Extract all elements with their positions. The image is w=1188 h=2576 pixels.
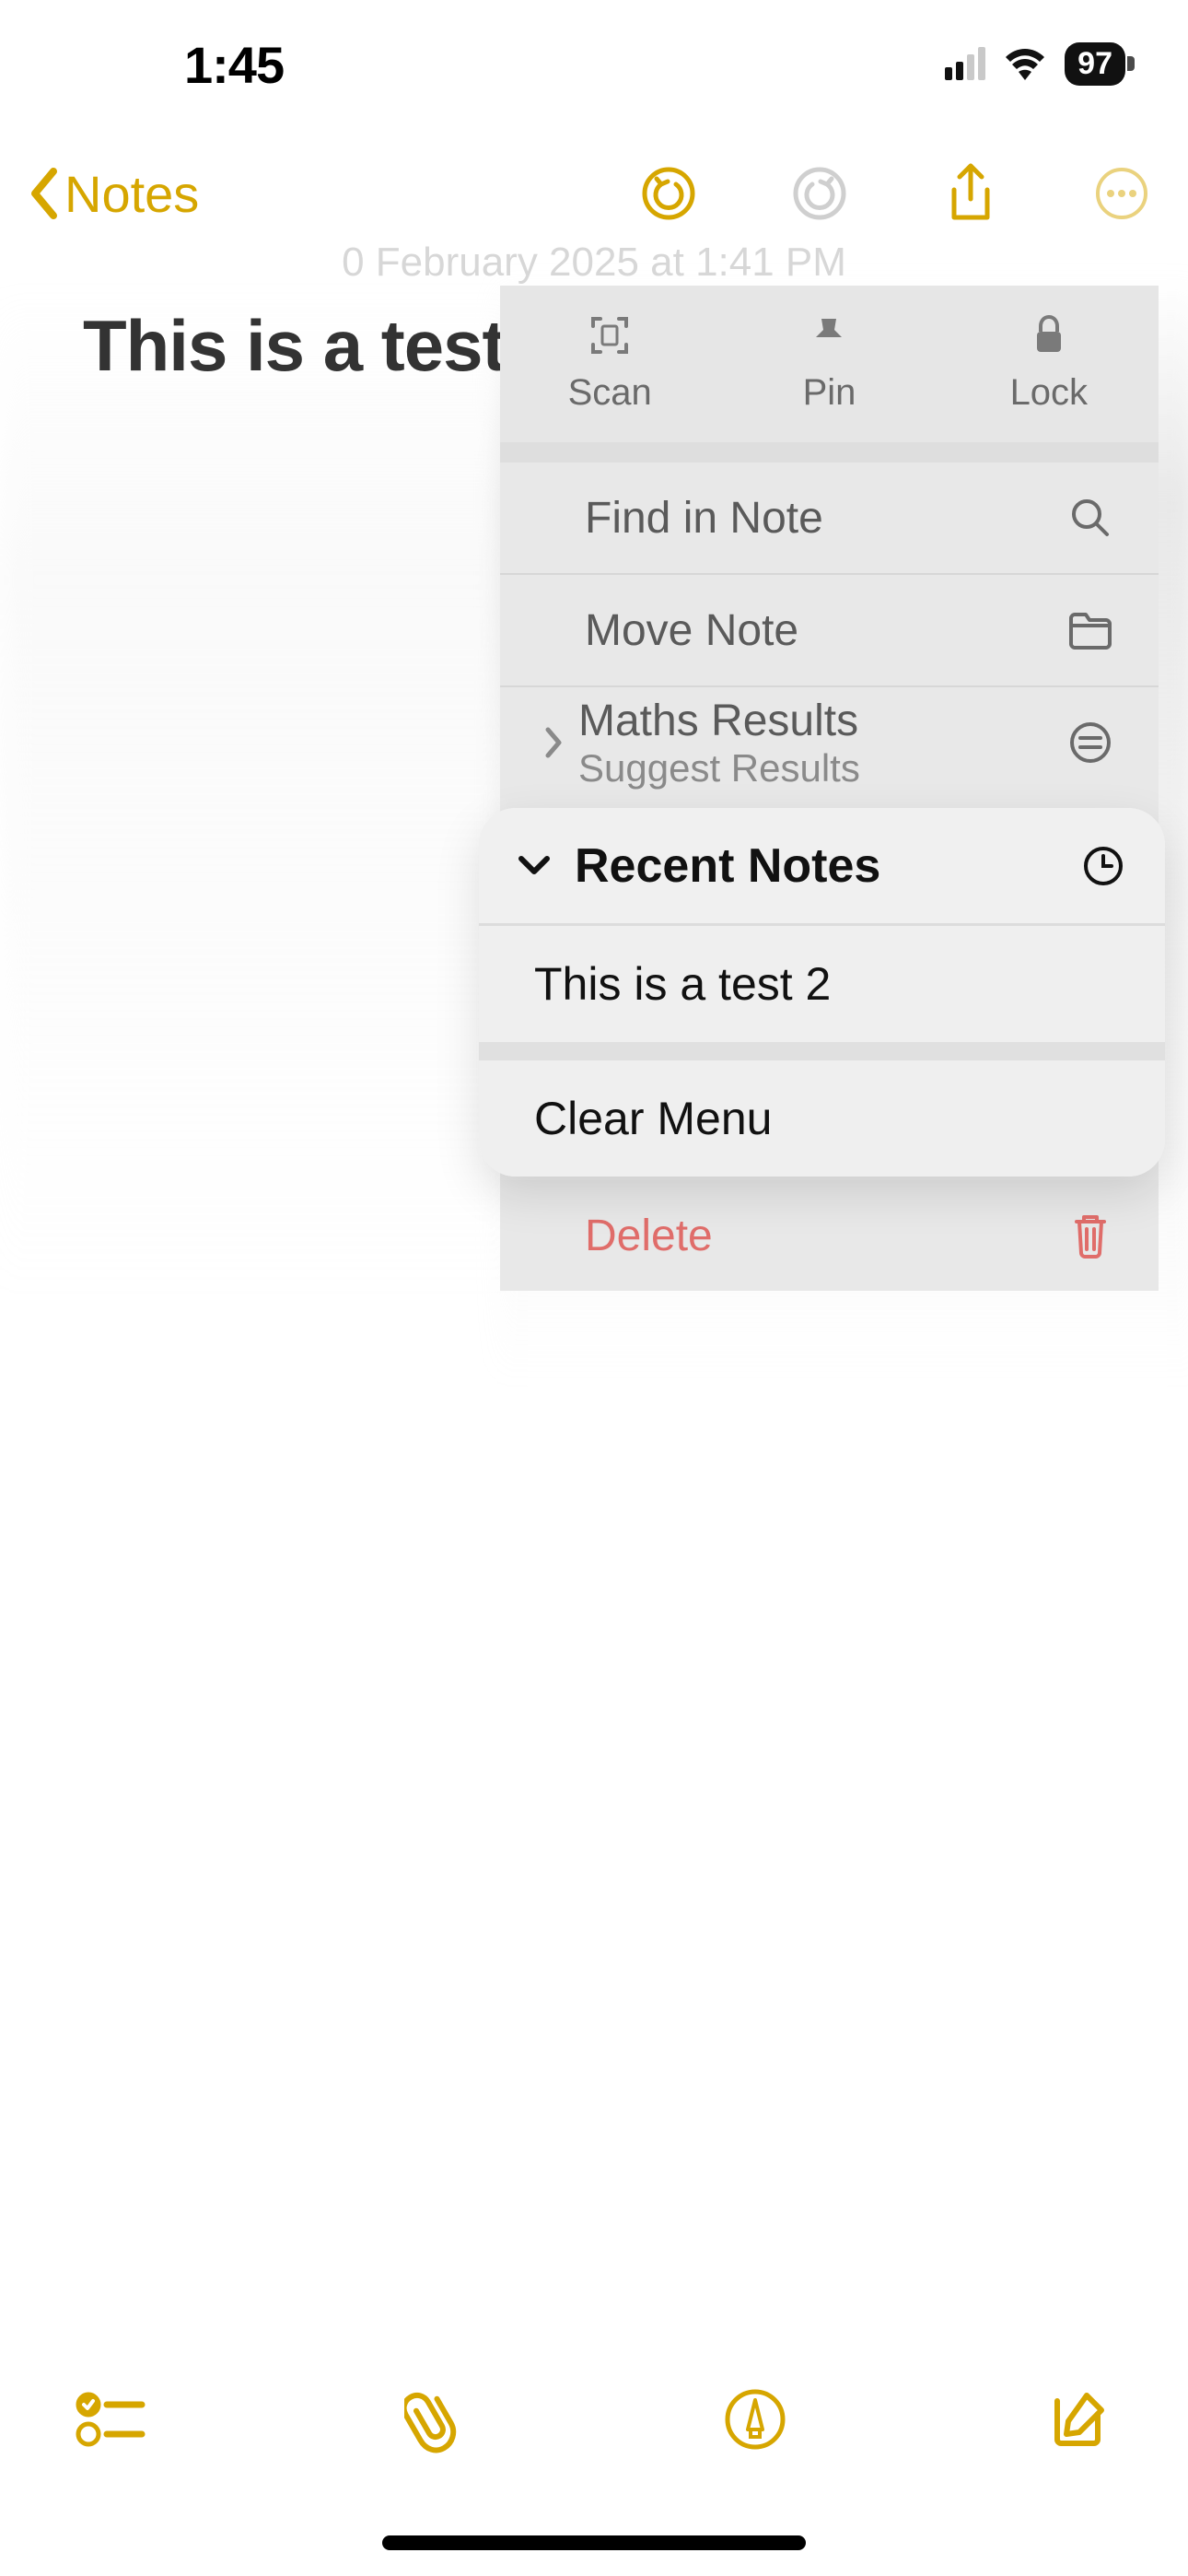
- ellipsis-icon: [1094, 166, 1149, 221]
- clock-icon: [1082, 845, 1124, 887]
- redo-icon: [792, 166, 847, 221]
- clear-menu-label: Clear Menu: [534, 1092, 772, 1145]
- scan-icon: [589, 315, 630, 356]
- scan-label: Scan: [568, 372, 652, 414]
- share-button[interactable]: [941, 164, 1000, 223]
- note-title: This is a test: [83, 304, 506, 388]
- checklist-icon: [76, 2388, 146, 2451]
- attachment-button[interactable]: [396, 2383, 470, 2456]
- suggest-icon: [1065, 721, 1116, 764]
- move-note[interactable]: Move Note: [500, 575, 1159, 685]
- wifi-icon: [1002, 46, 1048, 81]
- nav-bar: Notes: [0, 152, 1188, 235]
- note-date: 0 February 2025 at 1:41 PM: [0, 240, 1188, 286]
- suggest-title: Maths Results: [578, 696, 1065, 746]
- compose-button[interactable]: [1041, 2383, 1114, 2456]
- chevron-left-icon: [28, 168, 59, 219]
- move-label: Move Note: [585, 605, 1065, 656]
- search-icon: [1065, 496, 1116, 540]
- suggest-sub: Suggest Results: [578, 746, 1065, 790]
- cellular-signal-icon: [945, 47, 985, 80]
- lock-action[interactable]: Lock: [939, 286, 1159, 442]
- chevron-down-icon: [516, 853, 553, 879]
- undo-icon: [641, 166, 696, 221]
- recent-notes-header[interactable]: Recent Notes: [479, 808, 1165, 923]
- bottom-toolbar: [0, 2355, 1188, 2484]
- trash-icon: [1065, 1212, 1116, 1259]
- find-label: Find in Note: [585, 493, 1065, 544]
- home-indicator: [382, 2535, 806, 2550]
- action-row: Scan Pin Lock: [500, 286, 1159, 442]
- markup-button[interactable]: [718, 2383, 792, 2456]
- pin-icon: [810, 315, 847, 356]
- dim-overlay: [0, 295, 516, 1400]
- undo-button[interactable]: [639, 164, 698, 223]
- checklist-button[interactable]: [74, 2383, 147, 2456]
- status-time: 1:45: [184, 35, 284, 95]
- more-button[interactable]: [1092, 164, 1151, 223]
- recent-notes-title: Recent Notes: [575, 838, 1060, 894]
- lock-icon: [1031, 315, 1066, 356]
- pin-label: Pin: [803, 372, 856, 414]
- markup-icon: [723, 2387, 787, 2452]
- delete-note[interactable]: Delete: [500, 1180, 1159, 1291]
- status-bar: 1:45 97: [0, 0, 1188, 111]
- pin-action[interactable]: Pin: [719, 286, 938, 442]
- scan-action[interactable]: Scan: [500, 286, 719, 442]
- back-button[interactable]: Notes: [28, 164, 199, 224]
- back-label: Notes: [64, 164, 199, 224]
- recent-note-label: This is a test 2: [534, 957, 831, 1011]
- clear-menu[interactable]: Clear Menu: [479, 1060, 1165, 1177]
- lock-label: Lock: [1010, 372, 1089, 414]
- share-icon: [945, 162, 996, 225]
- find-in-note[interactable]: Find in Note: [500, 463, 1159, 573]
- recent-note-item[interactable]: This is a test 2: [479, 926, 1165, 1042]
- battery-indicator: 97: [1065, 42, 1125, 86]
- redo-button[interactable]: [790, 164, 849, 223]
- status-indicators: 97: [945, 42, 1125, 86]
- folder-icon: [1065, 611, 1116, 650]
- recent-notes-card: Recent Notes This is a test 2 Clear Menu: [479, 808, 1165, 1177]
- chevron-right-icon: [528, 726, 578, 759]
- paperclip-icon: [404, 2385, 461, 2453]
- suggest-results[interactable]: Maths Results Suggest Results: [500, 687, 1159, 798]
- delete-label: Delete: [585, 1211, 1065, 1261]
- compose-icon: [1046, 2388, 1109, 2451]
